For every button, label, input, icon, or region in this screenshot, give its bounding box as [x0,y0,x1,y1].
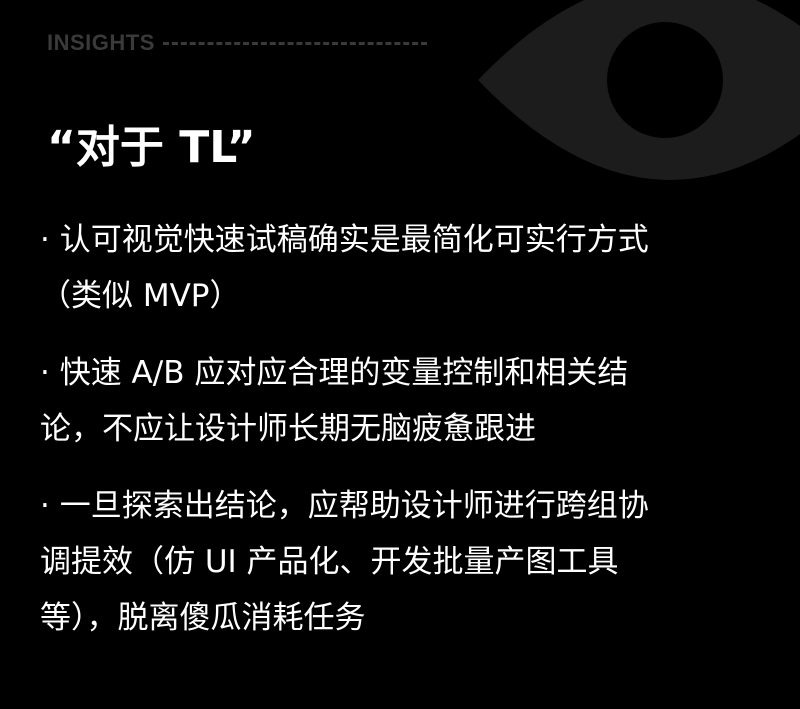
eye-icon [478,0,800,180]
section-header: INSIGHTS [47,30,427,56]
insight-line: · 一旦探索出结论，应帮助设计师进行跨组协 [40,488,649,524]
insight-line: · 认可视觉快速试稿确实是最简化可实行方式 [40,222,649,258]
insight-item: · 快速 A/B 应对应合理的变量控制和相关结 论，不应让设计师长期无脑疲惫跟进 [40,345,765,457]
section-label: INSIGHTS [47,30,155,55]
insight-line: · 快速 A/B 应对应合理的变量控制和相关结 [40,355,629,391]
page-title: “对于 TL” [47,122,256,173]
insight-line: 等），脱离傻瓜消耗任务 [40,600,366,636]
insight-slide: INSIGHTS “对于 TL” · 认可视觉快速试稿确实是最简化可实行方式 （… [0,0,800,709]
insight-list: · 认可视觉快速试稿确实是最简化可实行方式 （类似 MVP） · 快速 A/B … [40,212,765,667]
eye-pupil [607,22,723,138]
dashed-divider [162,41,427,45]
insight-line: （类似 MVP） [40,278,241,314]
insight-line: 论，不应让设计师长期无脑疲惫跟进 [40,411,536,447]
insight-line: 调提效（仿 UI 产品化、开发批量产图工具 [40,544,619,580]
insight-item: · 一旦探索出结论，应帮助设计师进行跨组协 调提效（仿 UI 产品化、开发批量产… [40,478,765,646]
insight-item: · 认可视觉快速试稿确实是最简化可实行方式 （类似 MVP） [40,212,765,324]
